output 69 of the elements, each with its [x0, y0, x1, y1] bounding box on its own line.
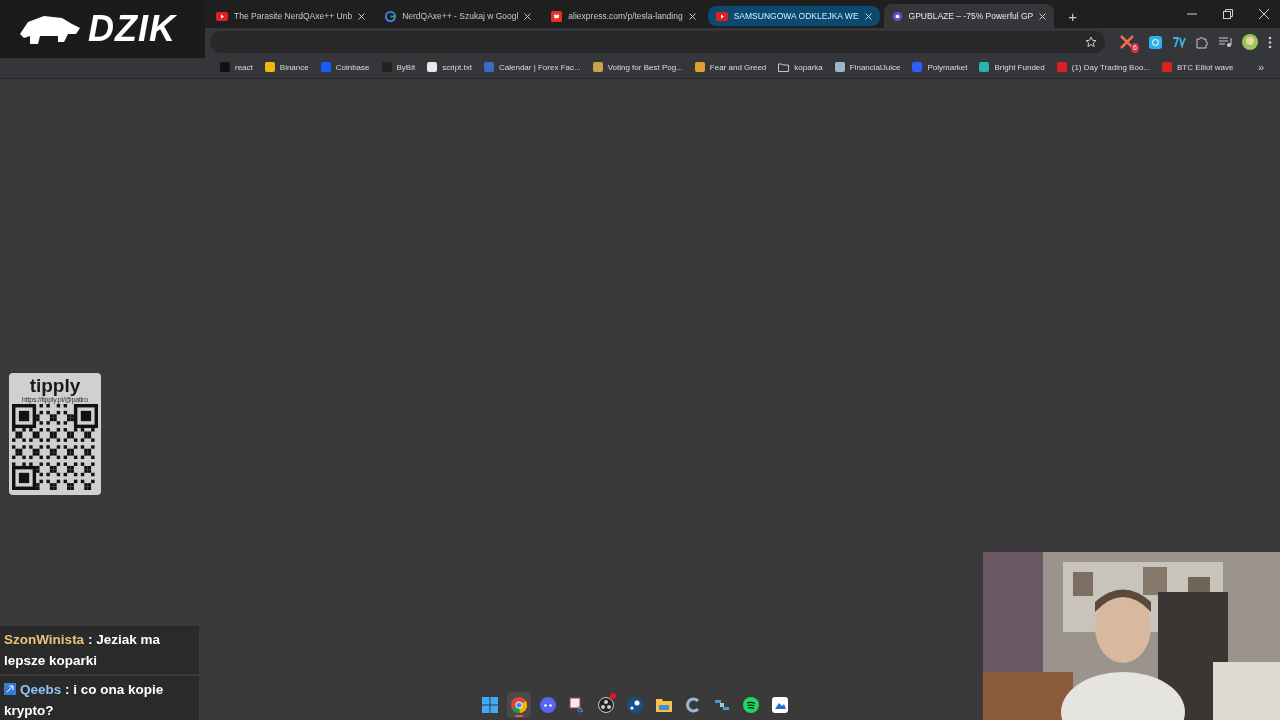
play-icon [216, 11, 228, 21]
site-icon [834, 62, 845, 72]
site-icon [592, 62, 603, 72]
site-icon [381, 62, 392, 72]
discord-icon [540, 697, 556, 713]
bookmark[interactable]: (1) Day Trading Boo... [1056, 62, 1150, 72]
bookmark[interactable]: Fear and Greed [694, 62, 767, 72]
browser-tab[interactable]: aliexpress.com/p/tesla-landing [543, 4, 704, 28]
qr-code-icon [12, 404, 98, 490]
browser-tab[interactable]: SAMSUNGOWA ODKLEJKA WE [707, 6, 880, 26]
close-icon[interactable] [864, 12, 872, 20]
bookmark[interactable]: BTC Elliot wave [1162, 62, 1234, 72]
site-icon [427, 62, 438, 72]
new-tab-button[interactable]: + [1058, 4, 1088, 28]
close-icon[interactable] [358, 12, 366, 20]
extension-icon[interactable] [1172, 36, 1186, 48]
scissors-icon [569, 697, 585, 713]
site-icon [694, 62, 705, 72]
folder-icon [778, 62, 790, 72]
close-icon[interactable] [1259, 9, 1269, 19]
logo: DZIK [0, 0, 205, 58]
bookmark[interactable]: koparka [778, 62, 823, 72]
bookmark[interactable]: ByBit [381, 62, 416, 72]
close-icon[interactable] [1039, 12, 1047, 20]
media-icon[interactable] [1219, 36, 1232, 48]
close-icon[interactable] [524, 12, 532, 20]
site-icon [1162, 62, 1172, 72]
badge-icon [4, 683, 16, 695]
star-icon[interactable] [1085, 36, 1097, 48]
puzzle-icon[interactable] [1196, 35, 1209, 49]
bookmark[interactable]: Calendar | Forex Fac... [484, 62, 581, 72]
browser-tab[interactable]: GPUBLAZE – -75% Powerful GP [883, 4, 1055, 28]
site-icon [264, 62, 275, 72]
address-field[interactable] [210, 31, 1105, 53]
site-icon [979, 62, 990, 72]
site-icon [891, 10, 903, 22]
browser-tab[interactable]: NerdQAxe++ - Szukaj w Googl [377, 4, 540, 28]
restore-icon[interactable] [1223, 9, 1233, 19]
bookmark[interactable]: Voting for Best Pog... [592, 62, 683, 72]
site-icon [1056, 62, 1067, 72]
steam-icon [627, 697, 643, 713]
menu-icon[interactable] [1268, 35, 1272, 49]
bookmark[interactable]: FinancialJuice [834, 62, 901, 72]
more-bookmarks-button[interactable]: » [1257, 61, 1264, 73]
bookmark[interactable]: script.txt [427, 62, 472, 72]
spotify-icon [743, 697, 759, 713]
cart-icon [551, 10, 563, 22]
site-icon [484, 62, 494, 72]
site-icon [220, 62, 230, 72]
close-icon[interactable] [688, 12, 696, 20]
site-icon [912, 62, 923, 72]
bookmark[interactable]: Coinbase [320, 62, 370, 72]
photos-icon [772, 697, 788, 713]
brand-name: tipply [29, 376, 81, 396]
bookmark[interactable]: Bright Funded [979, 62, 1045, 72]
bookmark[interactable]: react [220, 62, 253, 72]
taskbar-button[interactable] [507, 692, 531, 718]
play-icon [715, 11, 728, 21]
browser-tab[interactable]: The Parasite NerdQAxe++ Unb [208, 4, 374, 28]
avatar-icon[interactable] [1242, 34, 1258, 50]
site-icon [320, 62, 331, 72]
chat-message: Qeebs : i co ona kopie krypto? [0, 676, 199, 720]
satellite-icon [714, 697, 730, 713]
chrome-icon [511, 697, 527, 713]
extension-icon[interactable] [1149, 35, 1162, 49]
bookmark[interactable]: Polymarket [912, 62, 968, 72]
chat-message: SzonWinista : Jeziak ma lepsze koparki [0, 626, 199, 674]
bookmark[interactable]: Binance [264, 62, 309, 72]
windows-icon [482, 697, 498, 713]
